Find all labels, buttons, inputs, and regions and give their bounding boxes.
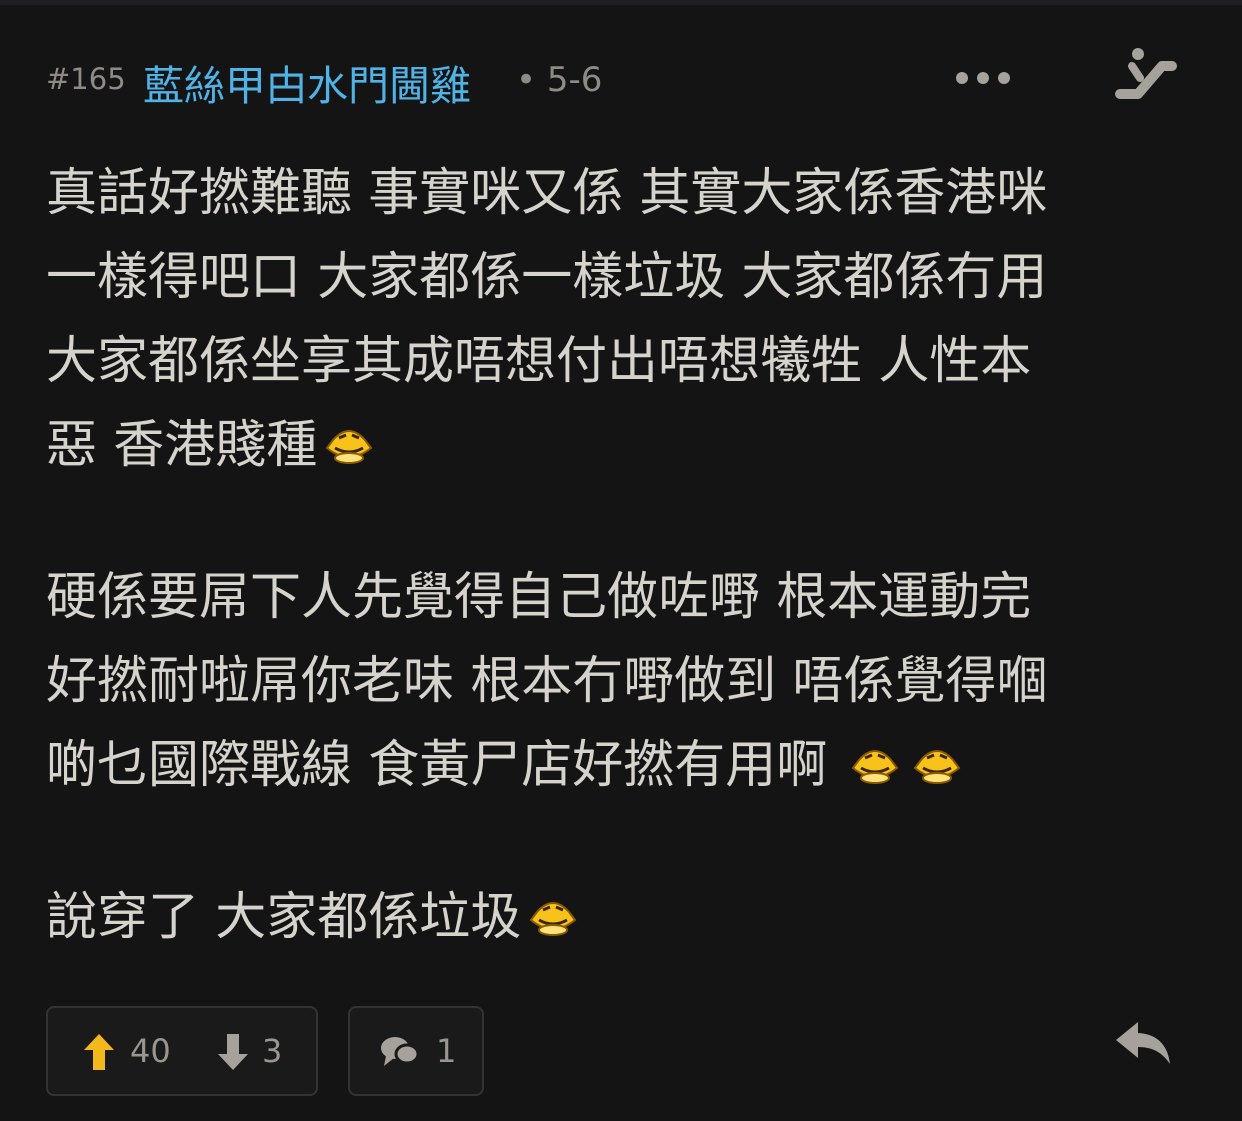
laughing-emoji-icon xyxy=(319,412,379,464)
text-line: 說穿了 大家都係垃圾 xyxy=(46,888,522,947)
laughing-emoji-icon xyxy=(845,732,905,784)
escalator-icon[interactable] xyxy=(1112,44,1178,106)
comments-box[interactable]: 1 xyxy=(348,1006,484,1096)
post-content: 真話好撚難聽 事實咪又係 其實大家係香港咪 一樣得吧口 大家都係一樣垃圾 大家都… xyxy=(46,152,1196,1028)
downvote-count: 3 xyxy=(262,1032,283,1070)
top-strip xyxy=(0,0,1242,5)
upvote-icon[interactable] xyxy=(82,1032,116,1072)
paragraph-2: 硬係要屌下人先覺得自己做咗嘢 根本運動完 好撚耐啦屌你老味 根本冇嘢做到 唔係覺… xyxy=(46,556,1196,808)
username-link[interactable]: 藍絲甲甴水門閪雞 xyxy=(143,52,471,112)
text-line: 啲乜國際戰線 食黃尸店好撚有用啊 xyxy=(46,736,828,795)
laughing-emoji-icon xyxy=(907,732,967,784)
comment-count: 1 xyxy=(436,1032,457,1070)
text-line: 真話好撚難聽 事實咪又係 其實大家係香港咪 xyxy=(46,164,1048,223)
reply-icon[interactable] xyxy=(1114,1018,1172,1068)
post-date: 5-6 xyxy=(546,60,603,100)
paragraph-3: 說穿了 大家都係垃圾 xyxy=(46,876,1196,960)
meta-separator: • xyxy=(516,60,537,100)
post-header: #165 藍絲甲甴水門閪雞 • 5-6 xyxy=(46,48,1196,110)
laughing-emoji-icon xyxy=(523,884,583,936)
text-line-with-emoji: 說穿了 大家都係垃圾 xyxy=(46,876,1196,960)
text-line-with-emoji: 啲乜國際戰線 食黃尸店好撚有用啊 xyxy=(46,724,1196,808)
vote-box: 40 3 xyxy=(46,1006,318,1096)
text-line: 一樣得吧口 大家都係一樣垃圾 大家都係冇用 xyxy=(46,248,1048,307)
text-line: 大家都係坐享其成唔想付出唔想犧牲 人性本 xyxy=(46,332,1032,391)
text-line: 硬係要屌下人先覺得自己做咗嘢 根本運動完 xyxy=(46,568,1032,627)
downvote-icon[interactable] xyxy=(216,1032,250,1072)
paragraph-1: 真話好撚難聽 事實咪又係 其實大家係香港咪 一樣得吧口 大家都係一樣垃圾 大家都… xyxy=(46,152,1196,488)
upvote-count: 40 xyxy=(130,1032,171,1070)
text-line: 惡 香港賤種 xyxy=(46,416,318,475)
comment-icon xyxy=(380,1034,420,1070)
text-line: 好撚耐啦屌你老味 根本冇嘢做到 唔係覺得嗰 xyxy=(46,652,1048,711)
post-number: #165 xyxy=(46,62,126,96)
text-line-with-emoji: 惡 香港賤種 xyxy=(46,404,1196,488)
more-options-icon[interactable] xyxy=(954,66,1012,90)
post-meta: • 5-6 xyxy=(516,60,602,100)
